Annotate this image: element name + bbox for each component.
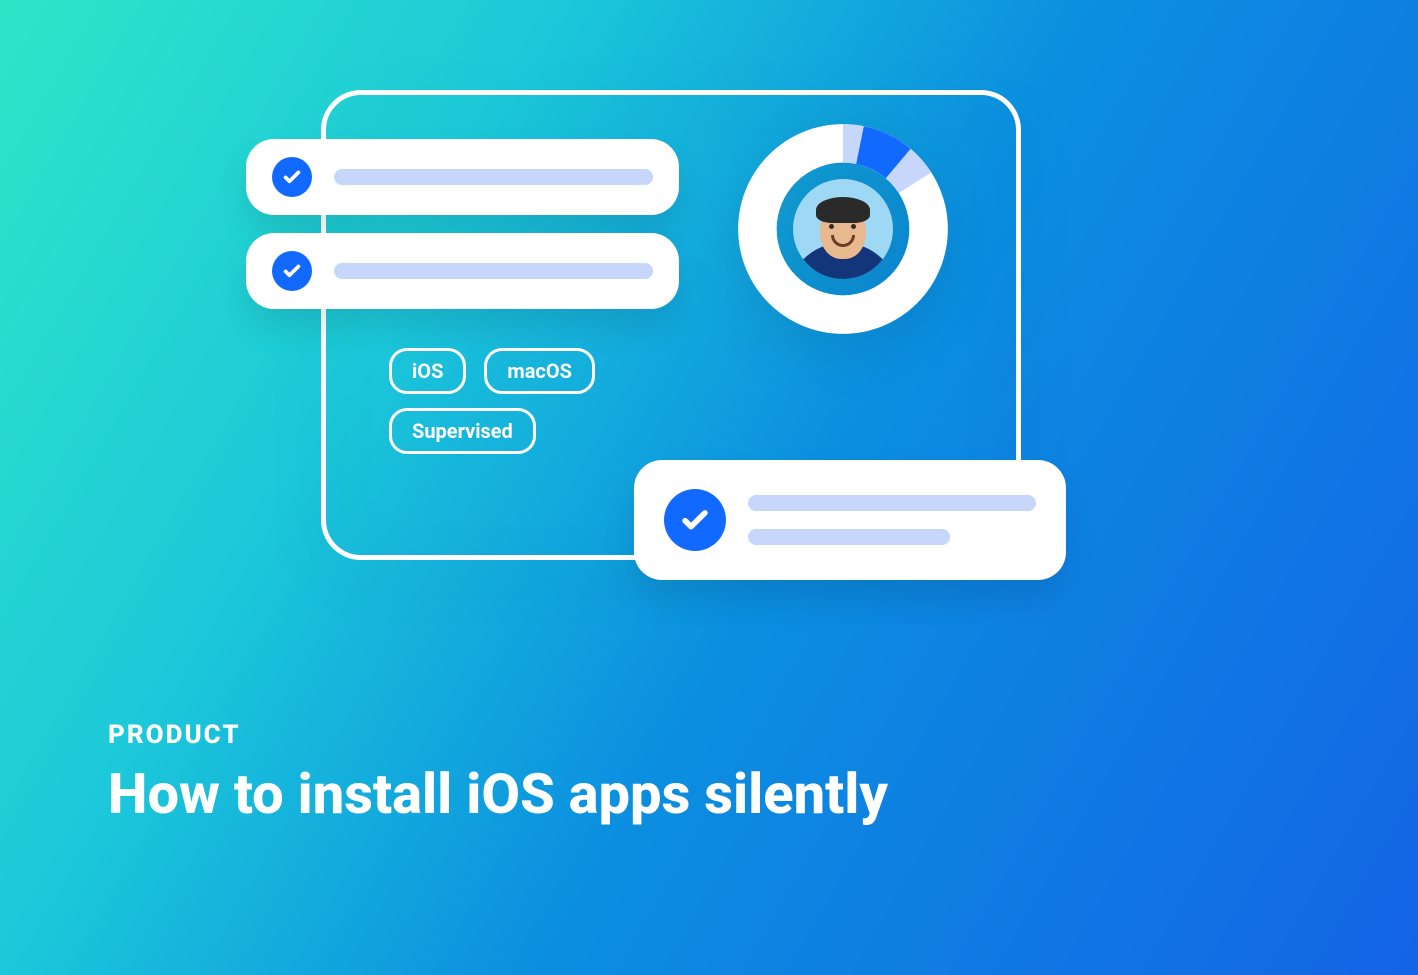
tag-group: iOS macOS Supervised: [389, 348, 679, 454]
check-icon: [272, 157, 312, 197]
checklist-item-large: [634, 460, 1066, 580]
caption-title: How to install iOS apps silently: [108, 764, 888, 824]
profile-progress: [736, 122, 950, 336]
hero-stage: iOS macOS Supervised PRODUCT How to inst…: [0, 0, 1418, 975]
tag-macos: macOS: [484, 348, 595, 394]
tag-ios: iOS: [389, 348, 466, 394]
caption: PRODUCT How to install iOS apps silently: [108, 720, 888, 824]
check-icon: [272, 251, 312, 291]
checklist-item: [246, 233, 679, 309]
placeholder-bar: [748, 495, 1036, 511]
tag-supervised: Supervised: [389, 408, 536, 454]
placeholder-bar: [334, 169, 653, 185]
checklist-item: [246, 139, 679, 215]
placeholder-lines: [748, 495, 1036, 545]
placeholder-bar: [334, 263, 653, 279]
avatar: [793, 179, 893, 279]
caption-kicker: PRODUCT: [108, 720, 888, 750]
check-icon: [664, 489, 726, 551]
placeholder-bar: [748, 529, 950, 545]
